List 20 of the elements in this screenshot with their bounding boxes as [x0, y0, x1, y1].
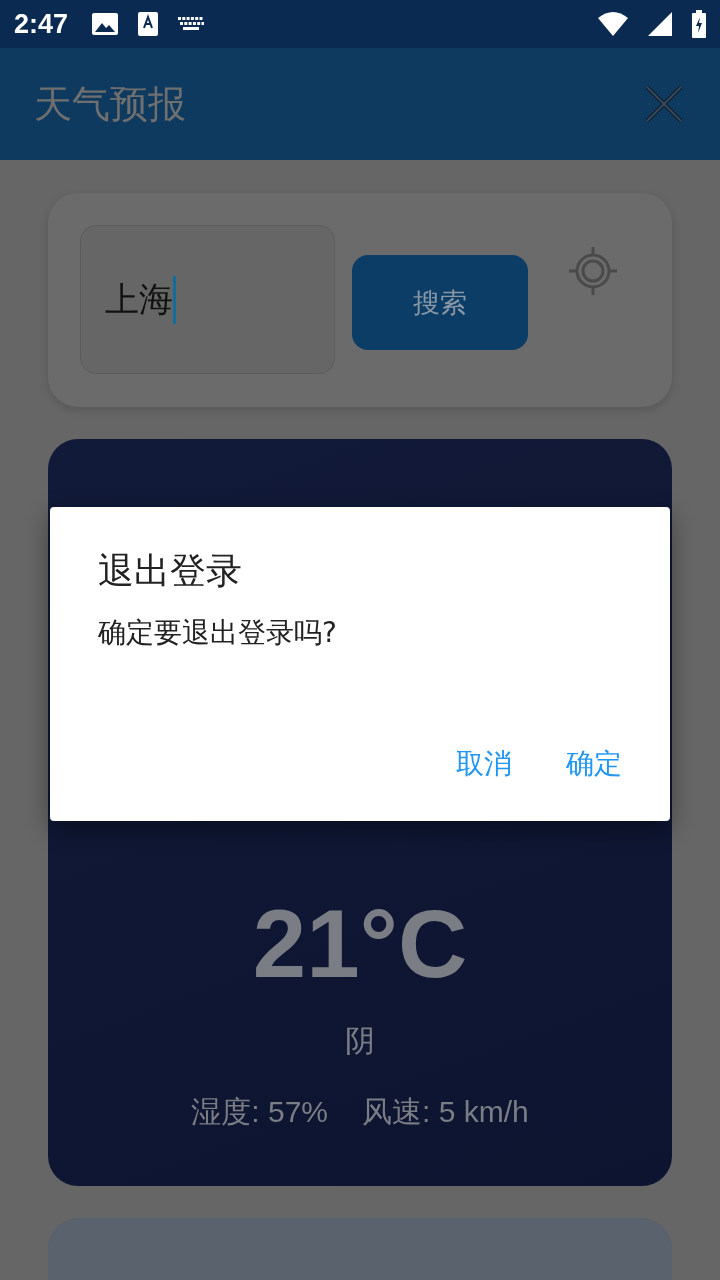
keyboard-icon: [178, 17, 205, 31]
search-button[interactable]: 搜索: [352, 255, 528, 350]
image-icon: [92, 13, 119, 35]
city-input-field[interactable]: 上海: [80, 225, 335, 374]
close-icon[interactable]: [644, 84, 684, 124]
status-time: 2:47: [14, 8, 69, 40]
wind-speed: 风速: 5 km/h: [362, 1094, 529, 1130]
temperature: 21°C: [252, 889, 468, 999]
wifi-icon: [598, 12, 628, 36]
keyboard-lang-icon: [138, 12, 159, 36]
humidity: 湿度: 57%: [191, 1094, 328, 1130]
dialog-button[interactable]: 确定: [558, 741, 630, 787]
weather-condition: 阴: [345, 1022, 375, 1060]
dialog-message: 确定要退出登录吗?: [98, 615, 338, 651]
dialog-button[interactable]: 取消: [448, 741, 520, 787]
battery-icon: [692, 10, 706, 38]
dialog-title: 退出登录: [98, 549, 243, 593]
signal-icon: [648, 12, 672, 36]
app-title: 天气预报: [34, 80, 186, 128]
location-target-icon[interactable]: [567, 245, 619, 297]
